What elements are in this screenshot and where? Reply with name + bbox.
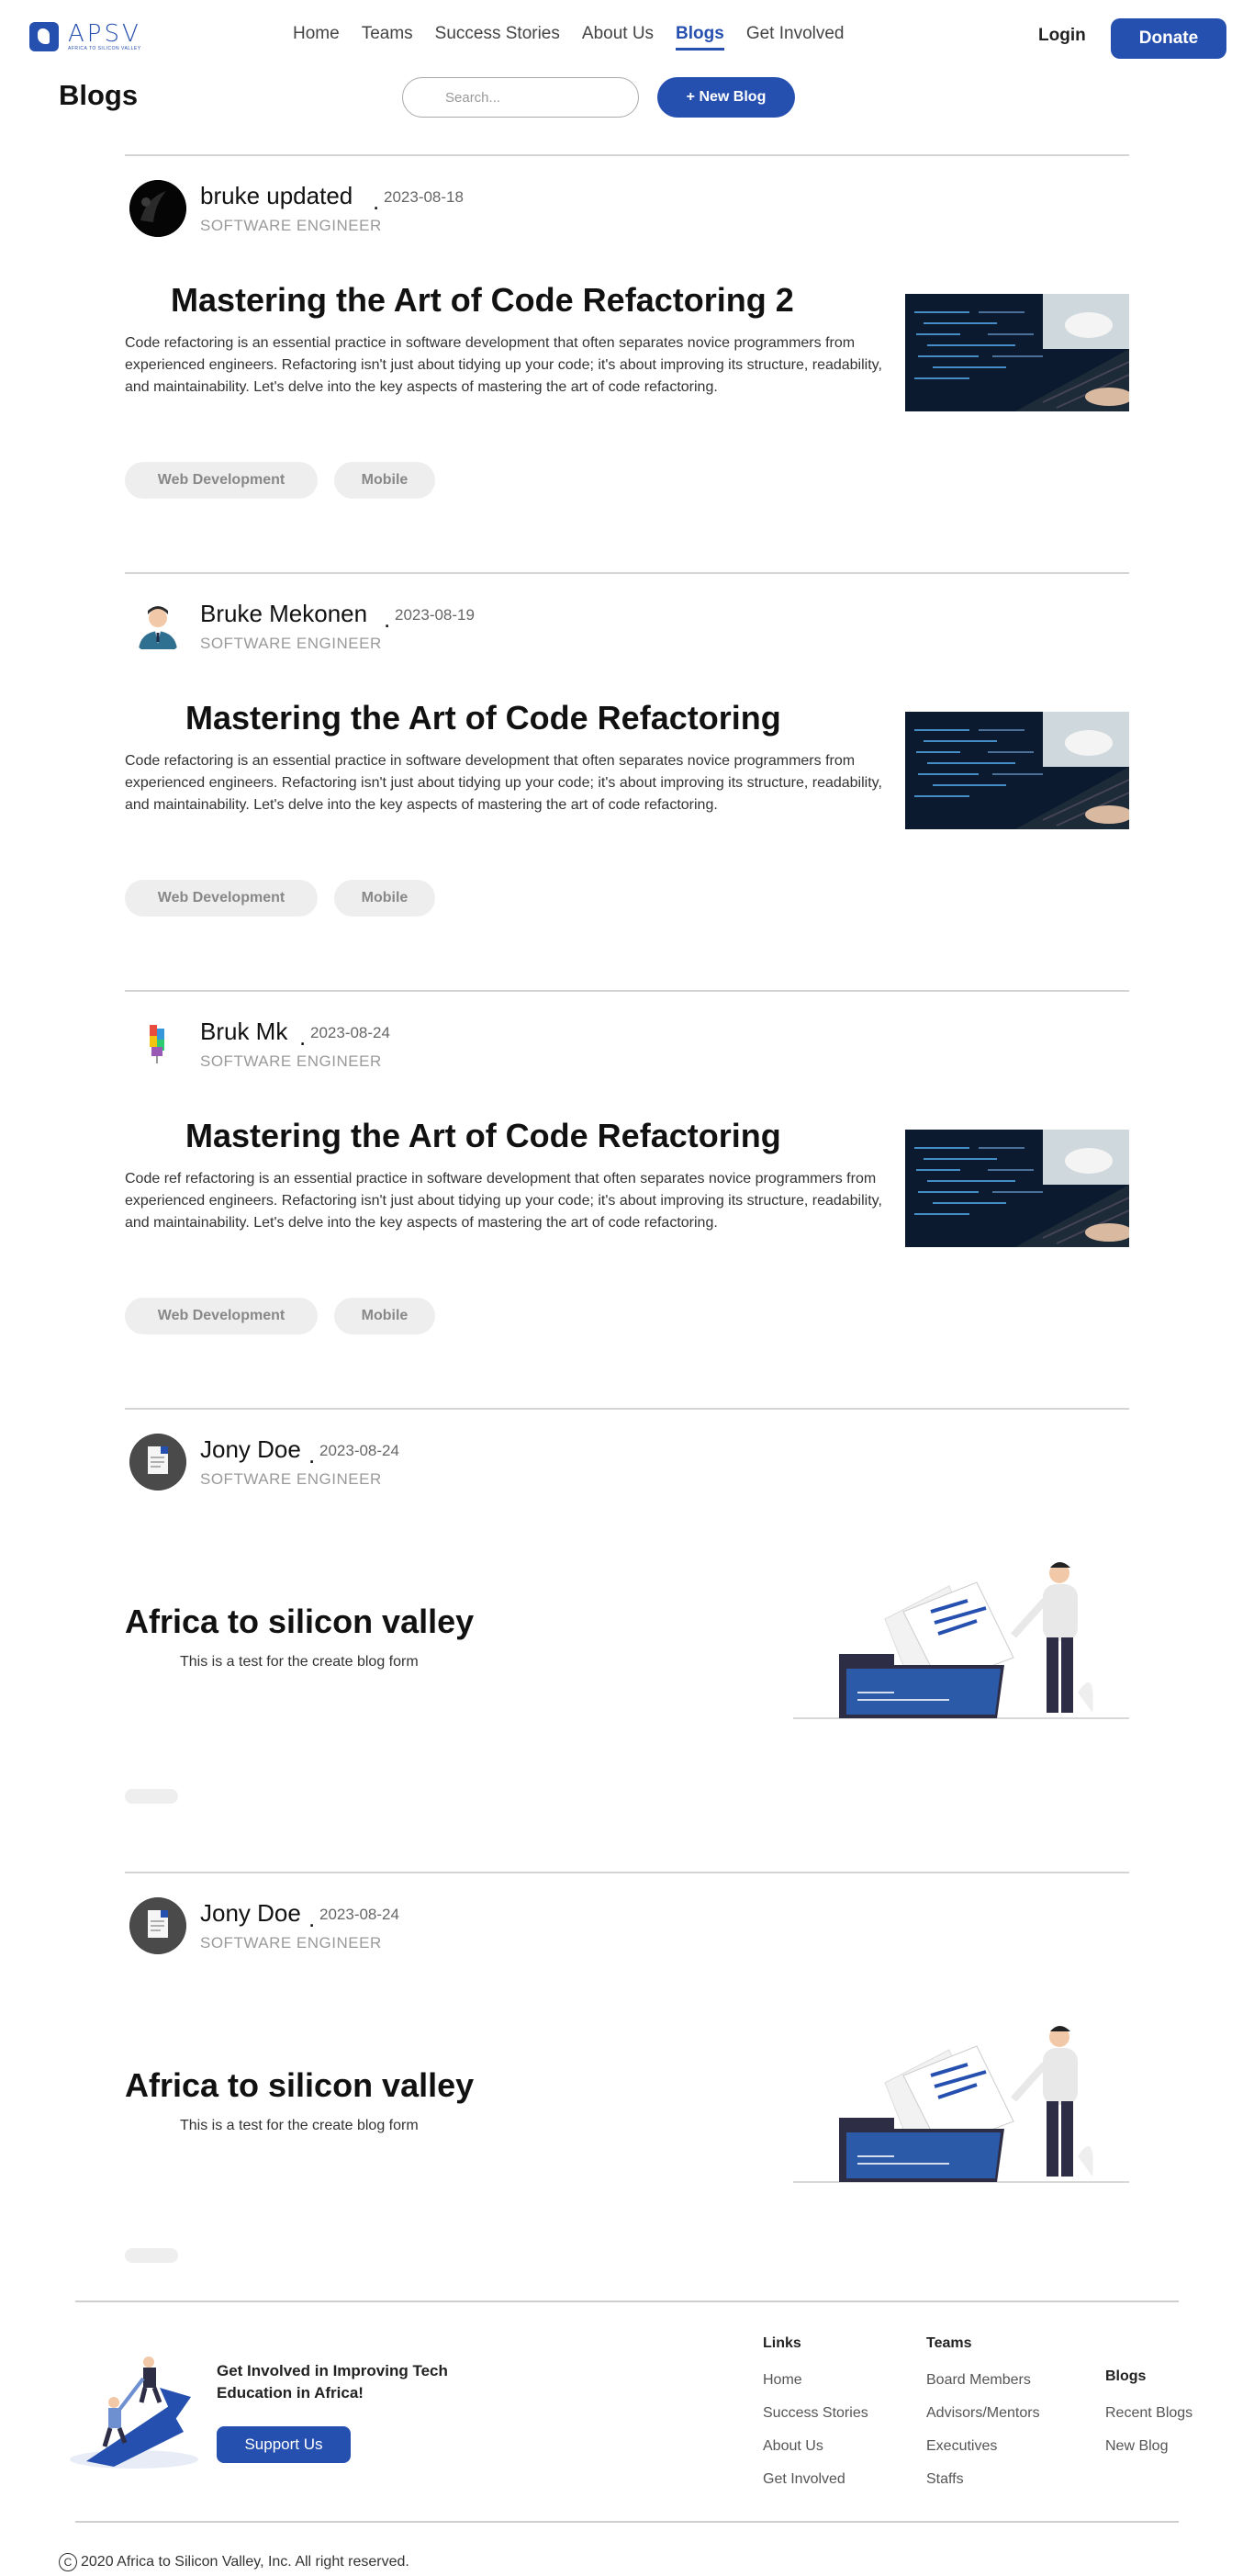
footer-link-get-involved[interactable]: Get Involved bbox=[763, 2471, 845, 2488]
nav-link-blogs[interactable]: Blogs bbox=[676, 24, 724, 51]
tag-mobile[interactable]: Mobile bbox=[334, 880, 435, 917]
divider bbox=[125, 154, 1129, 156]
tag-web-development[interactable]: Web Development bbox=[125, 1298, 318, 1334]
footer-heading-teams: Teams bbox=[926, 2335, 972, 2351]
laptop-code-photo bbox=[905, 712, 1129, 829]
blog-post: Jony Doe . 2023-08-24 SOFTWARE ENGINEER … bbox=[125, 1872, 1129, 2303]
empty-tag bbox=[125, 2248, 178, 2263]
navbar: APSV AFRICA TO SILICON VALLEY Home Teams… bbox=[0, 0, 1254, 75]
filing-illustration bbox=[793, 1555, 1129, 1729]
post-date: 2023-08-24 bbox=[310, 1024, 390, 1041]
post-date: 2023-08-19 bbox=[395, 606, 475, 624]
footer-link-success-stories[interactable]: Success Stories bbox=[763, 2405, 868, 2422]
new-blog-button[interactable]: + New Blog bbox=[657, 77, 795, 118]
page-title: Blogs bbox=[59, 79, 139, 111]
blog-post: bruke updated . 2023-08-18 SOFTWARE ENGI… bbox=[125, 154, 1129, 572]
author-name: Jony Doe bbox=[200, 1435, 301, 1463]
logo-subtitle: AFRICA TO SILICON VALLEY bbox=[68, 46, 141, 51]
author-name: bruke updated bbox=[200, 182, 353, 209]
divider bbox=[125, 572, 1129, 574]
divider bbox=[125, 1872, 1129, 1873]
donate-button[interactable]: Donate bbox=[1111, 18, 1226, 59]
footer-link-board-members[interactable]: Board Members bbox=[926, 2372, 1031, 2389]
footer-heading-links: Links bbox=[763, 2335, 801, 2351]
blog-post: Jony Doe . 2023-08-24 SOFTWARE ENGINEER … bbox=[125, 1408, 1129, 1872]
nav-link-get-involved[interactable]: Get Involved bbox=[746, 24, 845, 51]
author-role: SOFTWARE ENGINEER bbox=[200, 1052, 382, 1070]
tag-mobile[interactable]: Mobile bbox=[334, 1298, 435, 1334]
author-avatar bbox=[129, 180, 186, 237]
climbing-illustration bbox=[68, 2351, 200, 2470]
separator-dot: . bbox=[308, 1441, 316, 1468]
author-name: Bruke Mekonen bbox=[200, 600, 368, 627]
author-name: Jony Doe bbox=[200, 1899, 301, 1927]
footer-link-about-us[interactable]: About Us bbox=[763, 2438, 823, 2455]
africa-logo-icon bbox=[29, 22, 59, 51]
blog-post: Bruke Mekonen . 2023-08-19 SOFTWARE ENGI… bbox=[125, 572, 1129, 990]
tag-web-development[interactable]: Web Development bbox=[125, 880, 318, 917]
author-avatar bbox=[129, 1016, 186, 1073]
divider bbox=[125, 1408, 1129, 1410]
empty-tag bbox=[125, 1789, 178, 1804]
nav-link-success-stories[interactable]: Success Stories bbox=[435, 24, 560, 51]
footer-link-executives[interactable]: Executives bbox=[926, 2438, 997, 2455]
author-role: SOFTWARE ENGINEER bbox=[200, 1470, 382, 1488]
nav-links: Home Teams Success Stories About Us Blog… bbox=[293, 24, 845, 51]
logo-word: APSV bbox=[68, 20, 141, 48]
footer-bottom-divider bbox=[75, 2521, 1179, 2523]
laptop-code-photo bbox=[905, 294, 1129, 411]
copyright-icon: C bbox=[59, 2553, 77, 2571]
post-date: 2023-08-18 bbox=[384, 188, 464, 206]
filing-illustration bbox=[793, 2019, 1129, 2193]
separator-dot: . bbox=[308, 1905, 316, 1932]
author-role: SOFTWARE ENGINEER bbox=[200, 1934, 382, 1952]
login-link[interactable]: Login bbox=[1038, 26, 1086, 46]
footer-link-new-blog[interactable]: New Blog bbox=[1105, 2438, 1168, 2455]
tag-mobile[interactable]: Mobile bbox=[334, 462, 435, 499]
copyright-text: 2020 Africa to Silicon Valley, Inc. All … bbox=[81, 2554, 409, 2570]
author-avatar bbox=[129, 1434, 186, 1490]
search-input[interactable]: Search... bbox=[402, 77, 639, 118]
author-name: Bruk Mk bbox=[200, 1018, 288, 1045]
post-description: Code refactoring is an essential practic… bbox=[125, 753, 882, 813]
footer-cta-text: Get Involved in Improving Tech Education… bbox=[217, 2362, 448, 2402]
nav-link-about-us[interactable]: About Us bbox=[582, 24, 654, 51]
post-title[interactable]: Africa to silicon valley bbox=[125, 2066, 474, 2105]
post-title[interactable]: Mastering the Art of Code Refactoring 2 bbox=[171, 281, 794, 320]
footer-divider bbox=[75, 2300, 1179, 2302]
post-description: Code refactoring is an essential practic… bbox=[125, 335, 882, 395]
tag-web-development[interactable]: Web Development bbox=[125, 462, 318, 499]
footer-heading-blogs: Blogs bbox=[1105, 2368, 1147, 2384]
footer-link-recent-blogs[interactable]: Recent Blogs bbox=[1105, 2405, 1192, 2422]
post-title[interactable]: Mastering the Art of Code Refactoring bbox=[185, 1117, 781, 1155]
post-title[interactable]: Mastering the Art of Code Refactoring bbox=[185, 699, 781, 737]
post-description: Code ref refactoring is an essential pra… bbox=[125, 1171, 882, 1231]
author-role: SOFTWARE ENGINEER bbox=[200, 217, 382, 234]
footer-link-home[interactable]: Home bbox=[763, 2372, 802, 2389]
divider bbox=[125, 990, 1129, 992]
footer-link-staffs[interactable]: Staffs bbox=[926, 2471, 964, 2488]
separator-dot: . bbox=[384, 605, 391, 633]
post-description: This is a test for the create blog form bbox=[180, 1654, 419, 1670]
separator-dot: . bbox=[373, 187, 380, 215]
copyright: C 2020 Africa to Silicon Valley, Inc. Al… bbox=[59, 2553, 409, 2571]
post-description: This is a test for the create blog form bbox=[180, 2118, 419, 2133]
author-role: SOFTWARE ENGINEER bbox=[200, 635, 382, 652]
support-us-button[interactable]: Support Us bbox=[217, 2426, 351, 2463]
nav-link-teams[interactable]: Teams bbox=[362, 24, 413, 51]
author-avatar bbox=[129, 598, 186, 655]
laptop-code-photo bbox=[905, 1130, 1129, 1247]
post-title[interactable]: Africa to silicon valley bbox=[125, 1603, 474, 1641]
logo[interactable]: APSV AFRICA TO SILICON VALLEY bbox=[29, 22, 141, 51]
footer-link-advisors-mentors[interactable]: Advisors/Mentors bbox=[926, 2405, 1040, 2422]
nav-link-home[interactable]: Home bbox=[293, 24, 340, 51]
separator-dot: . bbox=[299, 1023, 307, 1051]
post-date: 2023-08-24 bbox=[319, 1442, 399, 1459]
post-date: 2023-08-24 bbox=[319, 1906, 399, 1923]
blog-post: Bruk Mk . 2023-08-24 SOFTWARE ENGINEER M… bbox=[125, 990, 1129, 1408]
author-avatar bbox=[129, 1897, 186, 1954]
